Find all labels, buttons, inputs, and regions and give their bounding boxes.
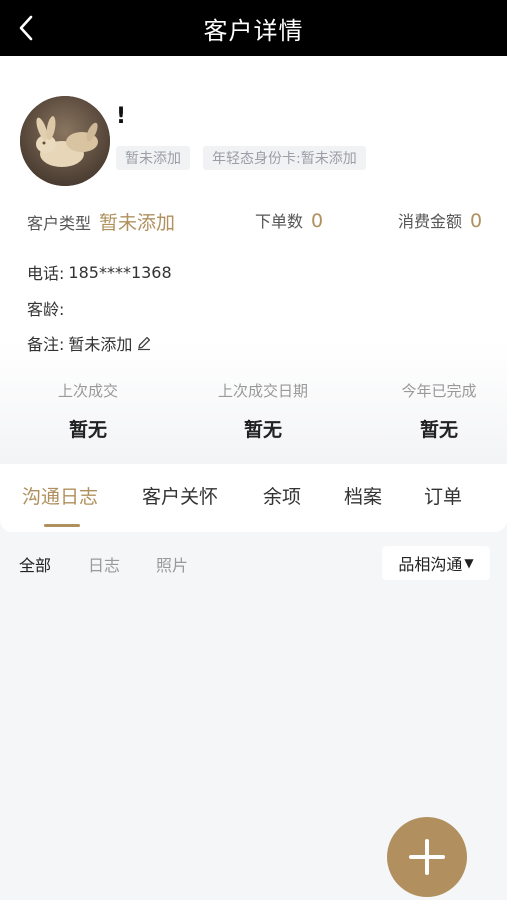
- summary-label: 今年已完成: [401, 382, 477, 400]
- customer-type-label: 客户类型: [27, 214, 92, 233]
- customer-profile-card: ! 暂未添加 年轻态身份卡:暂未添加 客户类型 暂未添加 下单数 0 消费金额 …: [0, 56, 507, 464]
- customer-tag: 暂未添加: [116, 146, 190, 170]
- edit-pencil-icon[interactable]: [136, 335, 152, 351]
- plus-icon: [409, 839, 445, 875]
- rabbit-avatar-image: [20, 96, 110, 186]
- phone-label: 电话:: [27, 264, 65, 283]
- age-line: 客龄:: [27, 296, 68, 320]
- back-button[interactable]: [10, 8, 42, 48]
- identity-card-tag: 年轻态身份卡:暂未添加: [203, 146, 366, 170]
- note-label: 备注:: [27, 335, 65, 354]
- page-title: 客户详情: [203, 16, 304, 45]
- order-count-label: 下单数: [255, 212, 304, 231]
- last-deal-date-summary: 上次成交日期 暂无: [183, 380, 343, 442]
- tab-archive[interactable]: 档案: [344, 482, 382, 509]
- year-completed-summary: 今年已完成 暂无: [359, 380, 507, 442]
- order-count-value: 0: [311, 210, 324, 232]
- note-value: 暂未添加: [68, 335, 133, 354]
- avatar[interactable]: [20, 96, 110, 186]
- summary-value: 暂无: [419, 419, 458, 441]
- filter-photo[interactable]: 照片: [156, 552, 188, 576]
- filter-log[interactable]: 日志: [88, 552, 120, 576]
- spending-amount-stat: 消费金额 0: [398, 208, 482, 232]
- last-deal-summary: 上次成交 暂无: [8, 380, 168, 442]
- tab-orders[interactable]: 订单: [424, 482, 462, 509]
- customer-type-stat: 客户类型 暂未添加: [27, 208, 175, 235]
- phone-value[interactable]: 185****1368: [68, 263, 171, 282]
- order-count-stat: 下单数 0: [255, 208, 323, 232]
- customer-type-value: 暂未添加: [99, 212, 176, 234]
- add-log-button[interactable]: [387, 817, 467, 897]
- summary-value: 暂无: [243, 419, 282, 441]
- detail-tabs: 沟通日志 客户关怀 余项 档案 订单: [0, 464, 507, 532]
- spending-amount-value: 0: [470, 210, 483, 232]
- top-bar: 客户详情: [0, 0, 507, 56]
- age-label: 客龄:: [27, 300, 65, 319]
- summary-label: 上次成交: [57, 382, 118, 400]
- category-dropdown[interactable]: 品相沟通 ▼: [382, 546, 490, 580]
- summary-label: 上次成交日期: [217, 382, 308, 400]
- tab-remaining-items[interactable]: 余项: [263, 482, 301, 509]
- note-line: 备注: 暂未添加: [27, 331, 152, 355]
- spending-amount-label: 消费金额: [398, 212, 463, 231]
- caret-down-icon: ▼: [464, 556, 474, 570]
- active-tab-indicator: [44, 524, 80, 527]
- dropdown-selected: 品相沟通: [398, 555, 463, 574]
- customer-name: !: [116, 104, 127, 129]
- phone-line: 电话: 185****1368: [27, 260, 172, 284]
- summary-value: 暂无: [68, 419, 107, 441]
- chevron-left-icon: [19, 15, 33, 41]
- filter-all[interactable]: 全部: [19, 552, 51, 576]
- tab-communication-log[interactable]: 沟通日志: [22, 482, 98, 509]
- tab-customer-care[interactable]: 客户关怀: [142, 482, 218, 509]
